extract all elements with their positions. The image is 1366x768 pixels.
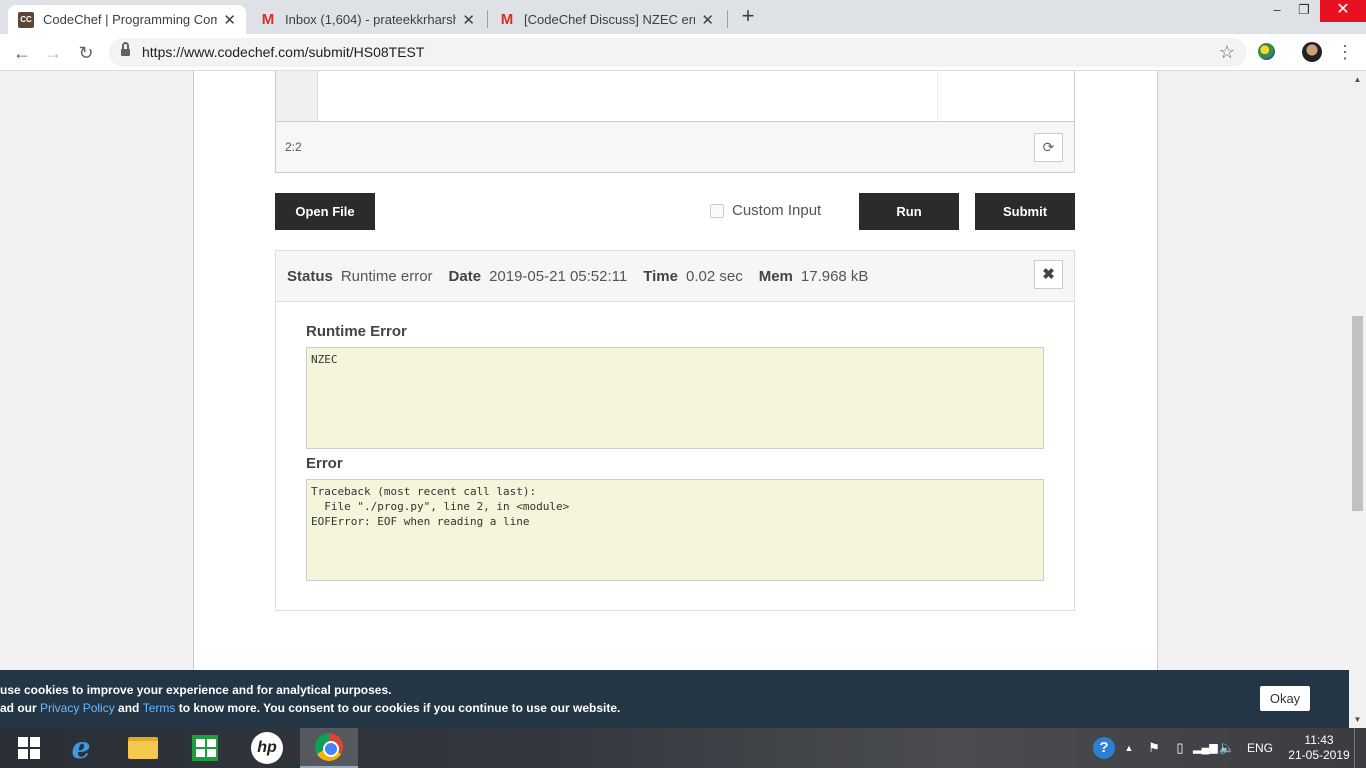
file-explorer-taskbar-item[interactable] (114, 728, 172, 768)
editor-print-margin (937, 71, 938, 121)
hp-taskbar-item[interactable]: hp (238, 728, 296, 768)
time-label: Time (643, 267, 678, 285)
forward-arrow-icon[interactable]: → (40, 40, 66, 66)
chrome-taskbar-item[interactable] (300, 728, 358, 768)
terms-link[interactable]: Terms (143, 701, 176, 715)
cookie-okay-button[interactable]: Okay (1260, 686, 1310, 711)
tab-title: Inbox (1,604) - prateekkrharsh@g (285, 12, 457, 27)
editor-gutter (276, 71, 318, 121)
battery-icon[interactable]: ▯ (1171, 728, 1189, 768)
mem-value: 17.968 kB (800, 267, 869, 285)
editor-status-bar: 2:2 ⟳ (275, 122, 1075, 173)
internet-explorer-taskbar-item[interactable]: e (52, 728, 110, 768)
tab-title: [CodeChef Discuss] NZEC error - (524, 12, 696, 27)
scroll-up-arrow-icon[interactable]: ▲ (1349, 71, 1366, 88)
help-icon: ? (1093, 737, 1115, 759)
input-language-indicator[interactable]: ENG (1243, 728, 1277, 768)
show-hidden-icons-chevron-icon[interactable]: ▲ (1121, 728, 1137, 768)
profile-avatar[interactable] (1302, 42, 1322, 62)
bookmark-star-icon[interactable]: ☆ (1219, 40, 1235, 65)
clock-time: 11:43 (1304, 733, 1334, 747)
restore-button[interactable]: ❐ (1289, 0, 1319, 22)
volume-icon[interactable]: 🔈 (1218, 728, 1236, 768)
gmail-icon: M (261, 11, 275, 28)
browser-tab-strip: CC CodeChef | Programming Compe ✕ M Inbo… (0, 0, 1366, 34)
chrome-icon (315, 733, 343, 761)
extension-globe-icon[interactable] (1258, 43, 1275, 60)
windows-logo-icon (18, 737, 40, 759)
new-tab-button[interactable]: + (737, 5, 759, 27)
hp-icon: hp (251, 732, 283, 764)
tab-close-icon[interactable]: ✕ (701, 11, 714, 29)
scroll-down-arrow-icon[interactable]: ▼ (1349, 711, 1366, 728)
lock-icon (121, 42, 130, 56)
page-viewport: 2:2 ⟳ Open File Custom Input Run Submit … (0, 71, 1349, 728)
address-bar[interactable]: https://www.codechef.com/submit/HS08TEST… (109, 38, 1247, 67)
cookie-text-suffix: to know more. You consent to our cookies… (175, 701, 621, 715)
windows-taskbar: e hp ? ▲ ⚑ ▯ ▂▄▆ 🔈 ENG 11:43 21-05-2019 (0, 728, 1366, 768)
minimize-button[interactable]: – (1262, 0, 1292, 22)
scrollbar-thumb[interactable] (1352, 316, 1363, 511)
error-output: Traceback (most recent call last): File … (306, 479, 1044, 581)
chrome-menu-icon[interactable]: ⋮ (1336, 42, 1354, 62)
file-explorer-icon (128, 737, 158, 759)
custom-input-checkbox[interactable] (710, 203, 724, 218)
taskbar-clock[interactable]: 11:43 21-05-2019 (1288, 733, 1350, 763)
code-editor[interactable] (275, 71, 1075, 122)
open-file-button[interactable]: Open File (275, 193, 375, 230)
start-button[interactable] (0, 728, 58, 768)
help-tray-item[interactable]: ? (1093, 728, 1117, 768)
back-arrow-icon[interactable]: ← (9, 40, 35, 66)
show-desktop-button[interactable] (1354, 728, 1366, 768)
status-value: Runtime error (340, 267, 433, 285)
clock-date: 21-05-2019 (1288, 748, 1350, 762)
window-close-button[interactable]: ✕ (1320, 0, 1366, 22)
submit-button[interactable]: Submit (975, 193, 1075, 230)
tab-close-icon[interactable]: ✕ (223, 11, 236, 29)
cursor-position: 2:2 (285, 140, 302, 154)
tab-separator (487, 10, 488, 28)
date-value: 2019-05-21 05:52:11 (489, 267, 628, 285)
action-center-flag-icon[interactable]: ⚑ (1145, 728, 1163, 768)
tab-close-icon[interactable]: ✕ (462, 11, 475, 29)
result-panel: Status Runtime error Date 2019-05-21 05:… (275, 250, 1075, 611)
cookie-text-and: and (114, 701, 143, 715)
status-label: Status (287, 267, 333, 285)
reload-icon[interactable]: ↻ (73, 40, 99, 66)
cookie-text-line1: use cookies to improve your experience a… (0, 683, 392, 697)
cookie-banner: use cookies to improve your experience a… (0, 670, 1349, 728)
run-button[interactable]: Run (859, 193, 959, 230)
custom-input-toggle[interactable]: Custom Input (710, 202, 821, 219)
tab-gmail-inbox[interactable]: M Inbox (1,604) - prateekkrharsh@g ✕ (250, 5, 485, 34)
cookie-text-line2: ad our Privacy Policy and Terms to know … (0, 701, 620, 715)
reset-editor-refresh-icon[interactable]: ⟳ (1034, 133, 1063, 162)
internet-explorer-icon: e (71, 730, 91, 766)
store-taskbar-item[interactable] (176, 728, 234, 768)
network-signal-icon[interactable]: ▂▄▆ (1193, 728, 1218, 768)
gmail-icon: M (500, 11, 514, 28)
tab-codechef[interactable]: CC CodeChef | Programming Compe ✕ (8, 5, 246, 34)
browser-toolbar: ← → ↻ https://www.codechef.com/submit/HS… (0, 34, 1366, 71)
runtime-error-title: Runtime Error (306, 323, 407, 340)
tab-separator (727, 10, 728, 28)
time-value: 0.02 sec (685, 267, 743, 285)
cookie-text-prefix: ad our (0, 701, 41, 715)
date-label: Date (448, 267, 482, 285)
codechef-icon: CC (18, 11, 34, 28)
tab-codechef-discuss[interactable]: M [CodeChef Discuss] NZEC error - ✕ (489, 5, 724, 34)
close-result-button[interactable]: ✖ (1034, 260, 1063, 289)
url-text[interactable]: https://www.codechef.com/submit/HS08TEST (142, 38, 424, 67)
mem-label: Mem (758, 267, 793, 285)
result-summary: Status Runtime error Date 2019-05-21 05:… (276, 251, 1074, 302)
privacy-policy-link[interactable]: Privacy Policy (40, 701, 115, 715)
submit-page-content: 2:2 ⟳ Open File Custom Input Run Submit … (193, 71, 1158, 728)
error-title: Error (306, 455, 343, 472)
custom-input-label: Custom Input (732, 202, 822, 219)
store-icon (192, 735, 218, 761)
page-scrollbar[interactable]: ▲ ▼ (1349, 71, 1366, 728)
runtime-error-output: NZEC (306, 347, 1044, 449)
tab-title: CodeChef | Programming Compe (43, 12, 218, 27)
